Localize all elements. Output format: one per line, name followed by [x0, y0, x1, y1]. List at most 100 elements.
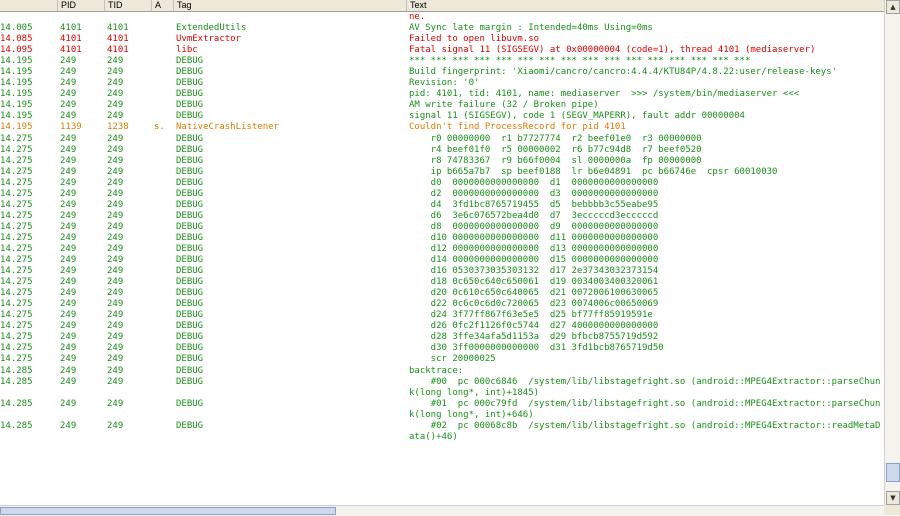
log-row[interactable]: 14.285 249 249 DEBUG #02 pc 00068c8b /syste… [0, 421, 884, 443]
row-tid: 4101 [107, 45, 129, 56]
row-time: 14.195 [0, 122, 33, 133]
row-tid: 249 [107, 111, 124, 122]
row-time: 14.275 [0, 221, 33, 232]
column-header-text[interactable]: Text [407, 0, 884, 11]
row-tag: DEBUG [176, 277, 204, 288]
logcat-window: PID TID A Tag Text ne. 14.005 4101 4101 Exte… [0, 0, 900, 516]
row-message: AV Sync late margin : Intended=40ms Usin… [409, 23, 653, 34]
row-tid: 249 [107, 232, 124, 243]
log-row[interactable]: 14.275 249 249 DEBUG d6 3e6c076572bea4d0 d7… [0, 211, 884, 222]
row-tag: libc [176, 45, 198, 56]
log-row[interactable]: 14.275 249 249 DEBUG d18 0c650c640c650061 d… [0, 277, 884, 288]
vertical-scrollbar[interactable]: ▲ ▼ [884, 0, 900, 505]
row-tag: DEBUG [176, 376, 204, 387]
row-tag: DEBUG [176, 78, 204, 89]
log-row[interactable]: 14.275 249 249 DEBUG r8 74783367 r9 b66f000… [0, 156, 884, 167]
row-time: 14.275 [0, 210, 33, 221]
log-row[interactable]: 14.195 1139 1238 s. NativeCrashListener Could… [0, 122, 884, 133]
row-message: d6 3e6c076572bea4d0 d7 3ecccccd3ecccccd [409, 210, 659, 221]
row-time: 14.275 [0, 199, 33, 210]
log-row[interactable]: 14.275 249 249 DEBUG d20 0c610c650c640065 d… [0, 288, 884, 299]
log-row[interactable]: 14.275 249 249 DEBUG d4 3fd1bc8765719455 d5… [0, 200, 884, 211]
log-row[interactable]: 14.285 249 249 DEBUG #01 pc 000c79fd /syste… [0, 399, 884, 421]
log-row[interactable]: 14.275 249 249 DEBUG d12 0000000000000000 d… [0, 244, 884, 255]
log-row[interactable]: 14.195 249 249 DEBUG Build fingerprint: 'Xia… [0, 67, 884, 78]
log-row[interactable]: ne. [0, 12, 884, 23]
row-tid: 249 [107, 89, 124, 100]
row-pid: 249 [60, 188, 77, 199]
log-row[interactable]: 14.195 249 249 DEBUG pid: 4101, tid: 4101, n… [0, 89, 884, 100]
row-pid: 249 [60, 177, 77, 188]
row-tag: DEBUG [176, 144, 204, 155]
row-tag: DEBUG [176, 299, 204, 310]
log-row[interactable]: 14.285 249 249 DEBUG #00 pc 000c6846 /syste… [0, 377, 884, 399]
log-row[interactable]: 14.095 4101 4101 libc Fatal signal 11 (SIGSE… [0, 45, 884, 56]
row-tag: DEBUG [176, 100, 204, 111]
row-pid: 249 [60, 78, 77, 89]
horizontal-scroll-thumb[interactable] [0, 507, 336, 515]
log-row[interactable]: 14.005 4101 4101 ExtendedUtils AV Sync late … [0, 23, 884, 34]
log-row[interactable]: 14.275 249 249 DEBUG d22 0c6c0c6d0c720065 d… [0, 299, 884, 310]
log-row[interactable]: 14.275 249 249 DEBUG r4 beef01f0 r5 0000000… [0, 145, 884, 156]
log-row[interactable]: 14.275 249 249 DEBUG d8 0000000000000000 d9… [0, 222, 884, 233]
scroll-down-button[interactable]: ▼ [886, 491, 900, 505]
row-message: r0 00000000 r1 b7727774 r2 beef01e0 r3 0… [409, 133, 702, 144]
row-message: d24 3f77ff867f63e5e5 d25 bf77ff85919591e [409, 310, 653, 321]
column-header-tid[interactable]: TID [105, 0, 152, 11]
log-row[interactable]: 14.275 249 249 DEBUG d28 3ffe34afa5d1153a d… [0, 332, 884, 343]
column-header-tag[interactable]: Tag [174, 0, 407, 11]
vertical-scroll-thumb[interactable] [886, 462, 900, 482]
log-table-header: PID TID A Tag Text [0, 0, 884, 12]
row-pid: 4101 [60, 34, 82, 45]
log-row[interactable]: 14.275 249 249 DEBUG ip b665a7b7 sp beef018… [0, 167, 884, 178]
log-row[interactable]: 14.275 249 249 DEBUG d30 3ff0000000000000 d… [0, 343, 884, 354]
row-pid: 249 [60, 398, 77, 409]
row-pid: 249 [60, 365, 77, 376]
row-tid: 249 [107, 100, 124, 111]
row-tid: 249 [107, 221, 124, 232]
log-row[interactable]: 14.275 249 249 DEBUG d16 0530373035303132 d… [0, 266, 884, 277]
row-message: d22 0c6c0c6d0c720065 d23 0074006c0065006… [409, 299, 659, 310]
row-time: 14.275 [0, 288, 33, 299]
horizontal-scrollbar[interactable] [0, 505, 884, 516]
row-pid: 249 [60, 100, 77, 111]
log-row[interactable]: 14.275 249 249 DEBUG d10 0000000000000000 d… [0, 233, 884, 244]
log-row[interactable]: 14.195 249 249 DEBUG signal 11 (SIGSEGV), co… [0, 111, 884, 122]
log-row[interactable]: 14.195 249 249 DEBUG Revision: '0' [0, 78, 884, 89]
log-row[interactable]: 14.275 249 249 DEBUG d24 3f77ff867f63e5e5 d… [0, 310, 884, 321]
column-header-level[interactable]: A [152, 0, 174, 11]
log-row[interactable]: 14.195 249 249 DEBUG AM write failure (32 / … [0, 100, 884, 111]
row-time: 14.275 [0, 299, 33, 310]
log-row[interactable]: 14.085 4101 4101 UvmExtractor Failed to open… [0, 34, 884, 45]
row-tid: 249 [107, 188, 124, 199]
row-tid: 249 [107, 299, 124, 310]
row-tag: DEBUG [176, 343, 204, 354]
log-row[interactable]: 14.275 249 249 DEBUG d2 0000000000000000 d3… [0, 189, 884, 200]
log-table-body[interactable]: ne. 14.005 4101 4101 ExtendedUtils AV Sync la… [0, 12, 884, 505]
log-row[interactable]: 14.275 249 249 DEBUG scr 20000025 [0, 354, 884, 365]
row-pid: 249 [60, 89, 77, 100]
row-message: #01 pc 000c79fd /system/lib/libstagefrig… [409, 398, 881, 420]
row-pid: 1139 [60, 122, 82, 133]
row-tag: DEBUG [176, 166, 204, 177]
row-pid: 249 [60, 255, 77, 266]
log-row[interactable]: 14.275 249 249 DEBUG d0 0000000000000000 d1… [0, 178, 884, 189]
scroll-up-button[interactable]: ▲ [886, 0, 900, 14]
row-time: 14.285 [0, 398, 33, 409]
row-tag: DEBUG [176, 199, 204, 210]
row-message: d20 0c610c650c640065 d21 007200610063006… [409, 288, 659, 299]
log-row[interactable]: 14.275 249 249 DEBUG d14 0000000000000000 d… [0, 255, 884, 266]
row-tid: 249 [107, 354, 124, 365]
row-tag: DEBUG [176, 67, 204, 78]
row-tid: 249 [107, 255, 124, 266]
row-tag: DEBUG [176, 89, 204, 100]
row-pid: 249 [60, 288, 77, 299]
log-row[interactable]: 14.285 249 249 DEBUG backtrace: [0, 366, 884, 377]
column-header-pid[interactable]: PID [58, 0, 105, 11]
row-tid: 249 [107, 199, 124, 210]
column-header-time[interactable] [0, 0, 58, 11]
log-row[interactable]: 14.275 249 249 DEBUG d26 0fc2f1126f0c5744 d… [0, 321, 884, 332]
log-row[interactable]: 14.275 249 249 DEBUG r0 00000000 r1 b772777… [0, 134, 884, 145]
row-message: d26 0fc2f1126f0c5744 d27 400000000000000… [409, 321, 659, 332]
log-row[interactable]: 14.195 249 249 DEBUG *** *** *** *** *** ***… [0, 56, 884, 67]
